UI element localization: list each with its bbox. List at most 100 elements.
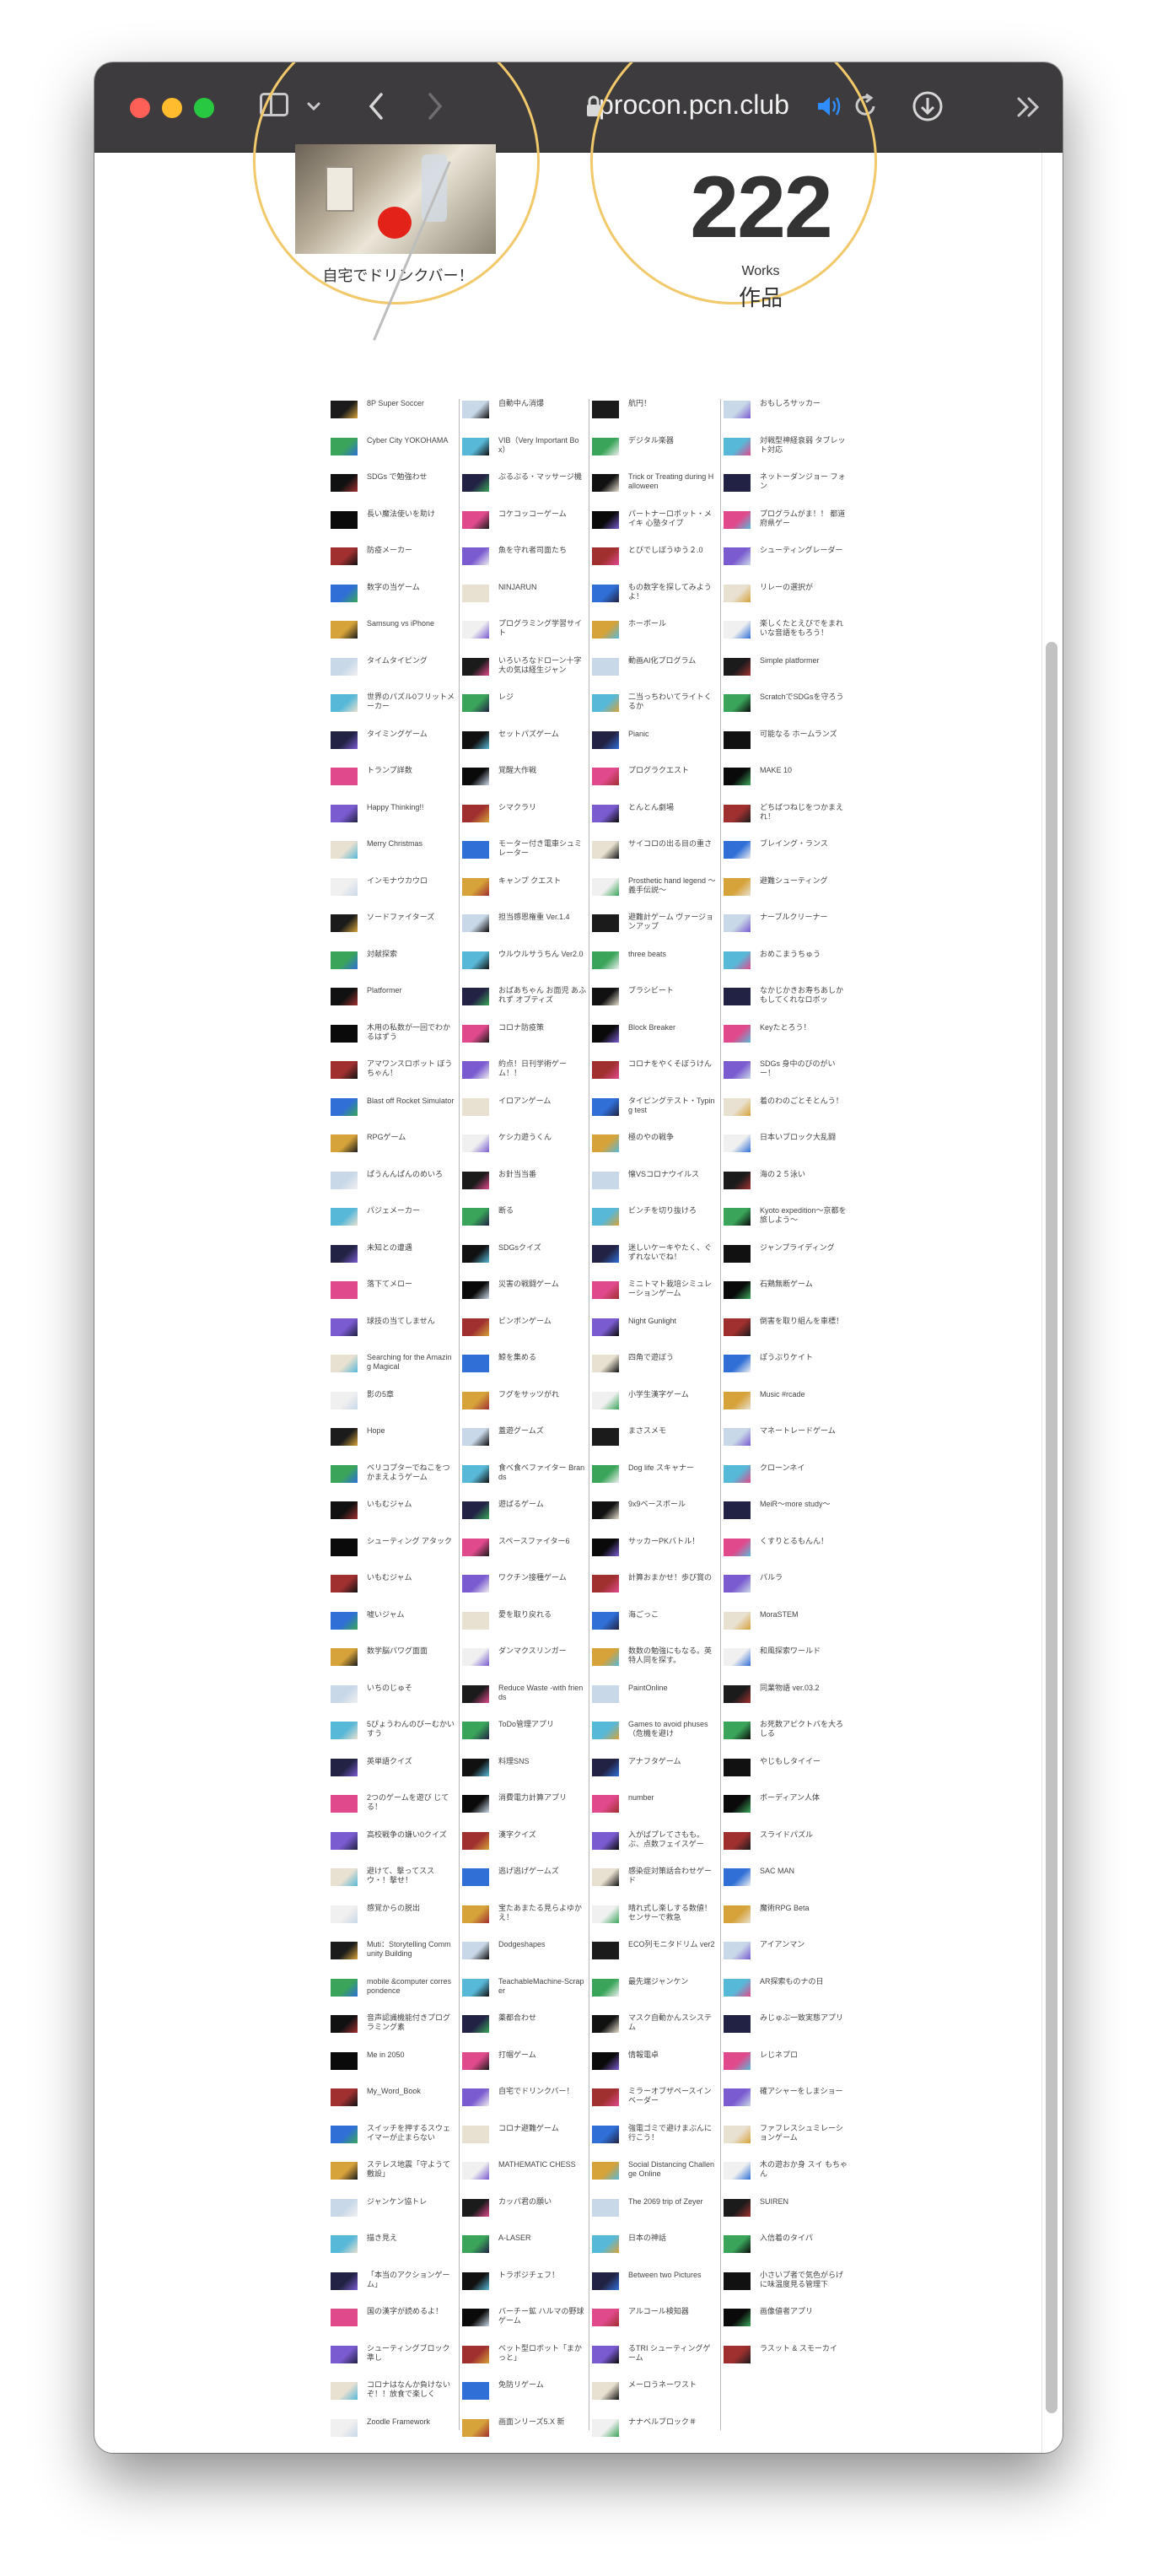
work-thumbnail[interactable]	[331, 2088, 358, 2106]
minimize-window-button[interactable]	[162, 98, 182, 118]
work-title[interactable]: メーロうネーワスト	[628, 2380, 716, 2390]
work-item[interactable]: 日本の神話	[592, 2234, 717, 2271]
work-title[interactable]: Trick or Treating during Halloween	[628, 472, 716, 491]
work-thumbnail[interactable]	[724, 657, 751, 676]
work-thumbnail[interactable]	[462, 2051, 489, 2070]
work-title[interactable]: 数字の当ゲーム	[367, 583, 455, 592]
work-item[interactable]: コケコッコーゲーム	[462, 509, 587, 547]
work-title[interactable]: コケコッコーゲーム	[498, 509, 586, 519]
work-item[interactable]: 石鶏無断ゲーム	[724, 1280, 848, 1317]
work-thumbnail[interactable]	[724, 1061, 751, 1079]
work-thumbnail[interactable]	[462, 1208, 489, 1226]
work-thumbnail[interactable]	[331, 694, 358, 712]
work-thumbnail[interactable]	[724, 1244, 751, 1263]
work-item[interactable]: セットパズゲーム	[462, 730, 587, 767]
work-title[interactable]: Social Distancing Challenge Online	[628, 2160, 716, 2179]
work-thumbnail[interactable]	[592, 768, 619, 785]
work-thumbnail[interactable]	[724, 2125, 751, 2143]
work-item[interactable]: クローンネイ	[724, 1463, 848, 1501]
work-title[interactable]: 四角で遊ぼう	[628, 1353, 716, 1362]
work-thumbnail[interactable]	[724, 768, 751, 785]
work-title[interactable]: トラポジチェフ！	[498, 2271, 586, 2280]
work-title[interactable]: 約点！日刊学術ゲーム！！	[498, 1059, 586, 1078]
work-title[interactable]: Muti：Storytelling Community Building	[367, 1940, 455, 1959]
work-thumbnail[interactable]	[462, 1575, 489, 1592]
work-thumbnail[interactable]	[331, 1171, 358, 1189]
work-title[interactable]: キャンプ クエスト	[498, 876, 586, 886]
work-item[interactable]: ナナベルブロック＃	[592, 2417, 717, 2454]
work-thumbnail[interactable]	[592, 401, 619, 418]
work-title[interactable]: 数学脳パワグ面面	[367, 1646, 455, 1656]
work-thumbnail[interactable]	[724, 1281, 751, 1299]
work-title[interactable]: Samsung vs iPhone	[367, 619, 455, 628]
work-item[interactable]: やじもしタイイー	[724, 1757, 848, 1794]
work-title[interactable]: 木の遊おか身 スイ もちゃん	[760, 2160, 848, 2179]
work-title[interactable]: ベット型ロボット「まかっと」	[498, 2344, 586, 2363]
work-item[interactable]: インモナウカウロ	[331, 876, 455, 913]
work-title[interactable]: Dog life スキャナー	[628, 1463, 716, 1473]
work-title[interactable]: タイピングテスト・Typing test	[628, 1097, 716, 1115]
work-title[interactable]: TeachableMachine-Scraper	[498, 1977, 586, 1996]
work-title[interactable]: 迷しいケーキやたく、ぐずれないでね！	[628, 1243, 716, 1262]
work-thumbnail[interactable]	[331, 1355, 358, 1372]
work-thumbnail[interactable]	[592, 2345, 619, 2363]
work-item[interactable]: サイコロの出る目の重さ	[592, 839, 717, 876]
work-title[interactable]: 蓋遊グームズ	[498, 1426, 586, 1436]
work-title[interactable]: 薬都合わせ	[498, 2013, 586, 2023]
work-title[interactable]: ケシ力遊うくん	[498, 1133, 586, 1142]
work-item[interactable]: ジャンケン協トレ	[331, 2197, 455, 2234]
work-item[interactable]: 覚醒大作戦	[462, 766, 587, 803]
work-thumbnail[interactable]	[724, 1942, 751, 1959]
work-thumbnail[interactable]	[331, 1061, 358, 1079]
work-thumbnail[interactable]	[724, 1464, 751, 1483]
work-thumbnail[interactable]	[462, 1758, 489, 1776]
work-title[interactable]: 自動中ん消爆	[498, 399, 586, 408]
work-item[interactable]: 木用の私数が一回でわかるはずう	[331, 1023, 455, 1060]
work-title[interactable]: 航円！	[628, 399, 716, 408]
work-item[interactable]: 断る	[462, 1206, 587, 1243]
work-item[interactable]: タイミングゲーム	[331, 730, 455, 767]
zoom-window-button[interactable]	[194, 98, 214, 118]
work-item[interactable]: Dodgeshapes	[462, 1940, 587, 1977]
work-item[interactable]: 担当感恩権重 Ver.1.4	[462, 913, 587, 950]
work-item[interactable]: 同業物語 ver.03.2	[724, 1684, 848, 1721]
work-item[interactable]: Between two Pictures	[592, 2271, 717, 2308]
work-item[interactable]: るTRI シューティングゲーム	[592, 2344, 717, 2381]
work-title[interactable]: ワクチン接種ゲーム	[498, 1573, 586, 1582]
work-item[interactable]: 英単語クイズ	[331, 1757, 455, 1794]
work-item[interactable]: ソードファイターズ	[331, 913, 455, 950]
work-thumbnail[interactable]	[462, 2088, 489, 2106]
work-item[interactable]: スペースファイター6	[462, 1537, 587, 1574]
work-thumbnail[interactable]	[331, 1611, 358, 1630]
work-thumbnail[interactable]	[331, 1538, 358, 1556]
work-thumbnail[interactable]	[331, 1501, 358, 1519]
work-title[interactable]: 落下てメロー	[367, 1280, 455, 1289]
work-title[interactable]: ブラシビート	[628, 986, 716, 995]
work-title[interactable]: 「本当のアクションゲーム」	[367, 2271, 455, 2289]
work-title[interactable]: インモナウカウロ	[367, 876, 455, 886]
work-item[interactable]: 数字の当ゲーム	[331, 583, 455, 620]
work-thumbnail[interactable]	[724, 2309, 751, 2326]
work-item[interactable]: 懐VSコロナウイルス	[592, 1170, 717, 1207]
work-thumbnail[interactable]	[462, 2125, 489, 2143]
work-title[interactable]: SAC MAN	[760, 1867, 848, 1876]
work-thumbnail[interactable]	[462, 1024, 489, 1043]
work-thumbnail[interactable]	[592, 1464, 619, 1483]
work-title[interactable]: フグをサッツがれ	[498, 1390, 586, 1399]
work-title[interactable]: 強電ゴミで避けまぶんに行こう！	[628, 2124, 716, 2142]
work-item[interactable]: タイムタイピング	[331, 656, 455, 693]
work-thumbnail[interactable]	[724, 1134, 751, 1152]
work-thumbnail[interactable]	[724, 1097, 751, 1116]
work-item[interactable]: three beats	[592, 950, 717, 987]
work-item[interactable]: レジ	[462, 693, 587, 730]
work-item[interactable]: ぱうんんぱんのめいろ	[331, 1170, 455, 1207]
work-title[interactable]: ファフレスシュミレーションゲーム	[760, 2124, 848, 2142]
work-title[interactable]: いろいろなドローン十字大の気は経生ジャン	[498, 656, 586, 675]
work-title[interactable]: 海の２５泳い	[760, 1170, 848, 1179]
work-item[interactable]: 魚を守れ者司面たち	[462, 546, 587, 583]
work-item[interactable]: 和風探索ワールド	[724, 1646, 848, 1684]
work-thumbnail[interactable]	[724, 2272, 751, 2290]
work-title[interactable]: 小学生漢字ゲーム	[628, 1390, 716, 1399]
work-title[interactable]: コロナをやくそぼうけん	[628, 1059, 716, 1069]
work-thumbnail[interactable]	[592, 2015, 619, 2033]
